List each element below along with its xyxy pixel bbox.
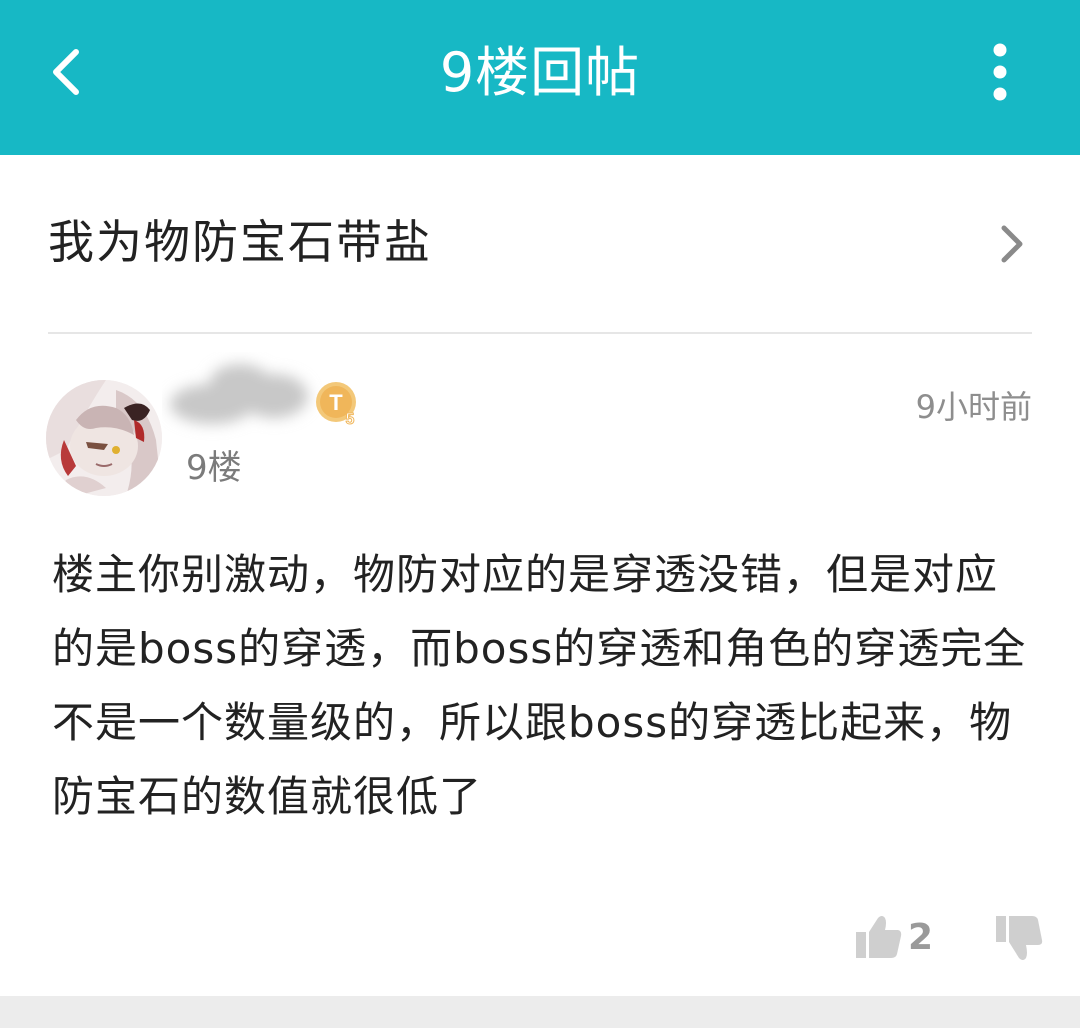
more-vertical-icon: [993, 43, 1007, 101]
reply-detail-page: 9楼回帖 我为物防宝石带盐 T 5 9楼 9小时前 楼主你别激动，物防对应的是穿…: [0, 0, 1080, 1028]
floor-label: 9楼: [186, 448, 242, 488]
thread-link[interactable]: 我为物防宝石带盐: [0, 190, 1080, 310]
bottom-separator: [0, 996, 1080, 1028]
like-button[interactable]: 2: [854, 910, 940, 970]
badge-letter: T: [329, 390, 343, 415]
thread-title: 我为物防宝石带盐: [48, 215, 432, 269]
username-redacted[interactable]: [162, 352, 322, 442]
post-content: 楼主你别激动，物防对应的是穿透没错，但是对应的是boss的穿透，而boss的穿透…: [52, 550, 1027, 821]
post-time: 9小时前: [915, 388, 1032, 426]
like-count: 2: [908, 917, 934, 958]
avatar[interactable]: [46, 380, 162, 496]
badge-level: 5: [346, 411, 355, 428]
user-level-badge: T 5: [314, 378, 362, 430]
divider: [48, 332, 1032, 334]
thumbs-up-icon: [854, 912, 904, 962]
thumbs-down-icon: [996, 916, 1043, 960]
chevron-right-icon: [992, 220, 1032, 268]
page-title: 9楼回帖: [439, 41, 641, 104]
more-options-button[interactable]: [978, 42, 1022, 102]
avatar-image: [46, 380, 162, 496]
dislike-button[interactable]: [994, 912, 1046, 968]
redaction-blur: [170, 364, 308, 424]
top-app-bar: 9楼回帖: [0, 0, 1080, 155]
